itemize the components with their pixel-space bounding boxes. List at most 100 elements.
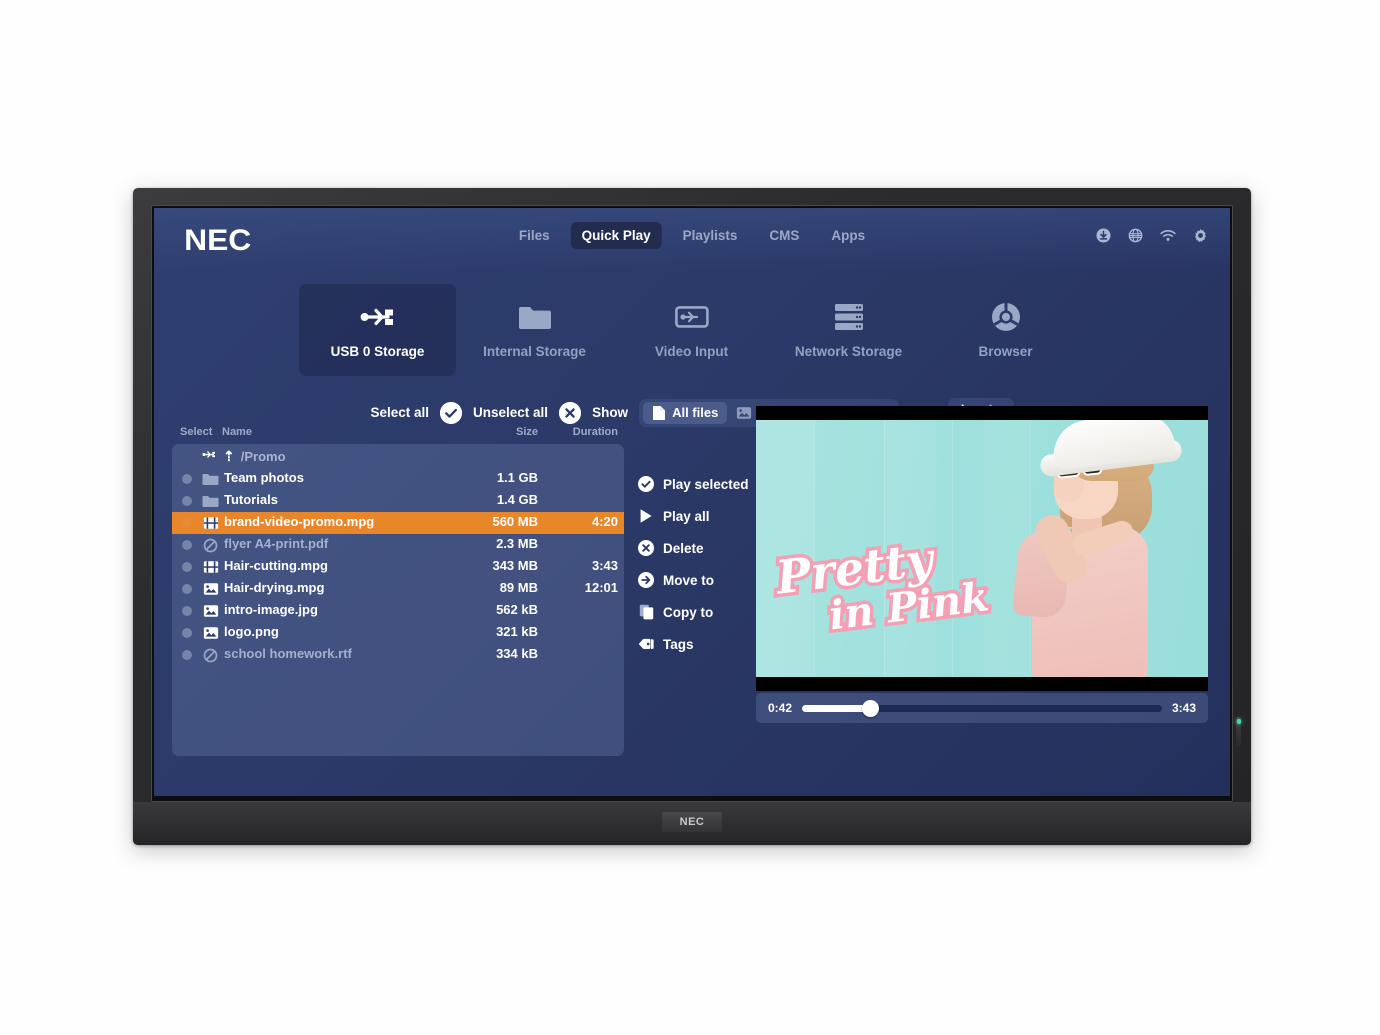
blocked-icon — [202, 647, 219, 663]
source-tile-network-storage[interactable]: Network Storage — [770, 284, 927, 376]
table-row[interactable]: logo.png 321 kB — [172, 622, 624, 644]
nav-item-apps[interactable]: Apps — [820, 222, 876, 249]
monitor-chin: NEC — [133, 802, 1251, 845]
nav-item-quick-play[interactable]: Quick Play — [570, 222, 662, 249]
action-label: Delete — [663, 540, 704, 556]
folder-icon — [518, 301, 552, 333]
table-row[interactable]: school homework.rtf 334 kB — [172, 644, 624, 666]
file-duration: 3:43 — [591, 558, 618, 573]
player-progress-bar: 0:42 3:43 — [756, 693, 1208, 723]
blocked-icon — [202, 537, 219, 553]
seek-handle[interactable] — [862, 699, 880, 717]
image-icon — [736, 406, 752, 420]
table-row[interactable]: brand-video-promo.mpg 560 MB 4:20 — [172, 512, 624, 534]
current-time: 0:42 — [768, 701, 793, 715]
row-checkbox[interactable] — [182, 562, 192, 572]
action-label: Play selected — [663, 476, 749, 492]
action-play-selected[interactable]: Play selected — [638, 476, 749, 492]
file-list-panel[interactable]: ⇡ /Promo Team photos 1.1 GB Tutorials 1.4 G… — [172, 444, 624, 756]
image-icon — [202, 603, 219, 619]
film-icon — [202, 559, 219, 575]
video-preview[interactable]: Pretty in Pink — [756, 406, 1208, 691]
nav-item-files[interactable]: Files — [508, 222, 561, 249]
play-icon — [638, 508, 654, 524]
row-checkbox[interactable] — [182, 606, 192, 616]
action-label: Copy to — [663, 604, 714, 620]
column-name: Name — [222, 426, 252, 438]
action-delete[interactable]: Delete — [638, 540, 749, 556]
source-tile-video-input[interactable]: Video Input — [613, 284, 770, 376]
gear-icon[interactable] — [1193, 228, 1208, 243]
table-row[interactable]: Hair-drying.mpg 89 MB 12:01 — [172, 578, 624, 600]
power-led-indicator — [1236, 717, 1241, 747]
column-size: Size — [515, 426, 538, 438]
row-checkbox[interactable] — [182, 496, 192, 506]
nav-item-playlists[interactable]: Playlists — [672, 222, 749, 249]
table-row[interactable]: Tutorials 1.4 GB — [172, 490, 624, 512]
row-checkbox[interactable] — [182, 518, 192, 528]
row-checkbox[interactable] — [182, 650, 192, 660]
select-all-label: Select all — [370, 405, 430, 420]
folder-icon — [202, 493, 219, 509]
source-tiles: USB 0 Storage Internal Storage Video Input… — [299, 284, 1084, 376]
server-icon — [834, 301, 864, 333]
row-checkbox[interactable] — [182, 540, 192, 550]
row-checkbox[interactable] — [182, 474, 192, 484]
action-label: Play all — [663, 508, 710, 524]
source-tile-browser[interactable]: Browser — [927, 284, 1084, 376]
breadcrumb-path: /Promo — [240, 448, 286, 464]
file-size: 1.1 GB — [496, 470, 538, 485]
filter-all-files[interactable]: All files — [643, 401, 728, 424]
unselect-all-button[interactable] — [559, 401, 582, 424]
usb-icon — [202, 447, 217, 465]
action-move-to[interactable]: Move to — [638, 572, 749, 588]
progress-fill — [802, 704, 871, 712]
action-play-all[interactable]: Play all — [638, 508, 749, 524]
globe-icon[interactable] — [1128, 228, 1143, 243]
column-select: Select — [180, 426, 213, 438]
file-duration: 4:20 — [591, 514, 618, 529]
source-tile-internal-storage[interactable]: Internal Storage — [456, 284, 613, 376]
file-name: school homework.rtf — [224, 646, 352, 661]
film-icon — [202, 515, 219, 531]
table-row[interactable]: intro-image.jpg 562 kB — [172, 600, 624, 622]
file-name: intro-image.jpg — [224, 602, 318, 617]
filter-label: All files — [672, 405, 719, 420]
wifi-icon[interactable] — [1160, 229, 1176, 242]
download-icon[interactable] — [1096, 228, 1111, 243]
table-row[interactable]: flyer A4-print.pdf 2.3 MB — [172, 534, 624, 556]
source-label: Internal Storage — [483, 344, 586, 359]
file-icon — [652, 405, 666, 421]
source-label: USB 0 Storage — [330, 344, 425, 359]
top-navigation-bar: NEC Files Quick Play Playlists CMS Apps — [154, 208, 1230, 270]
screenshot-root: NEC NEC Files Quick Play Playlists CMS Apps — [0, 0, 1380, 1035]
breadcrumb[interactable]: ⇡ /Promo — [172, 444, 624, 468]
file-name: Team photos — [224, 470, 304, 485]
check-circle-icon — [638, 476, 654, 492]
table-row[interactable]: Team photos 1.1 GB — [172, 468, 624, 490]
go-up-icon[interactable]: ⇡ — [223, 448, 235, 465]
nav-item-cms[interactable]: CMS — [758, 222, 810, 249]
select-all-button[interactable] — [440, 401, 463, 424]
image-icon — [202, 581, 219, 597]
file-list-header: Select Name Size Duration — [172, 424, 624, 442]
file-name: flyer A4-print.pdf — [224, 536, 329, 551]
file-size: 321 kB — [496, 624, 538, 639]
nec-display-monitor: NEC NEC Files Quick Play Playlists CMS Apps — [133, 188, 1251, 845]
seek-slider[interactable] — [802, 699, 1162, 717]
source-label: Browser — [978, 344, 1033, 359]
video-input-icon — [674, 301, 709, 333]
usb-icon — [360, 301, 396, 333]
action-tags[interactable]: Tags — [638, 636, 749, 652]
table-row[interactable]: Hair-cutting.mpg 343 MB 3:43 — [172, 556, 624, 578]
file-duration: 12:01 — [584, 580, 618, 595]
source-tile-usb-0-storage[interactable]: USB 0 Storage — [299, 284, 456, 376]
source-label: Network Storage — [794, 344, 903, 359]
row-checkbox[interactable] — [182, 628, 192, 638]
media-player: Pretty in Pink 0:42 3:43 — [756, 406, 1208, 736]
status-icons — [1096, 228, 1208, 243]
file-name: brand-video-promo.mpg — [224, 514, 375, 529]
action-copy-to[interactable]: Copy to — [638, 604, 749, 620]
action-menu: Play selected Play all Delete Move to Copy t… — [638, 476, 749, 652]
row-checkbox[interactable] — [182, 584, 192, 594]
